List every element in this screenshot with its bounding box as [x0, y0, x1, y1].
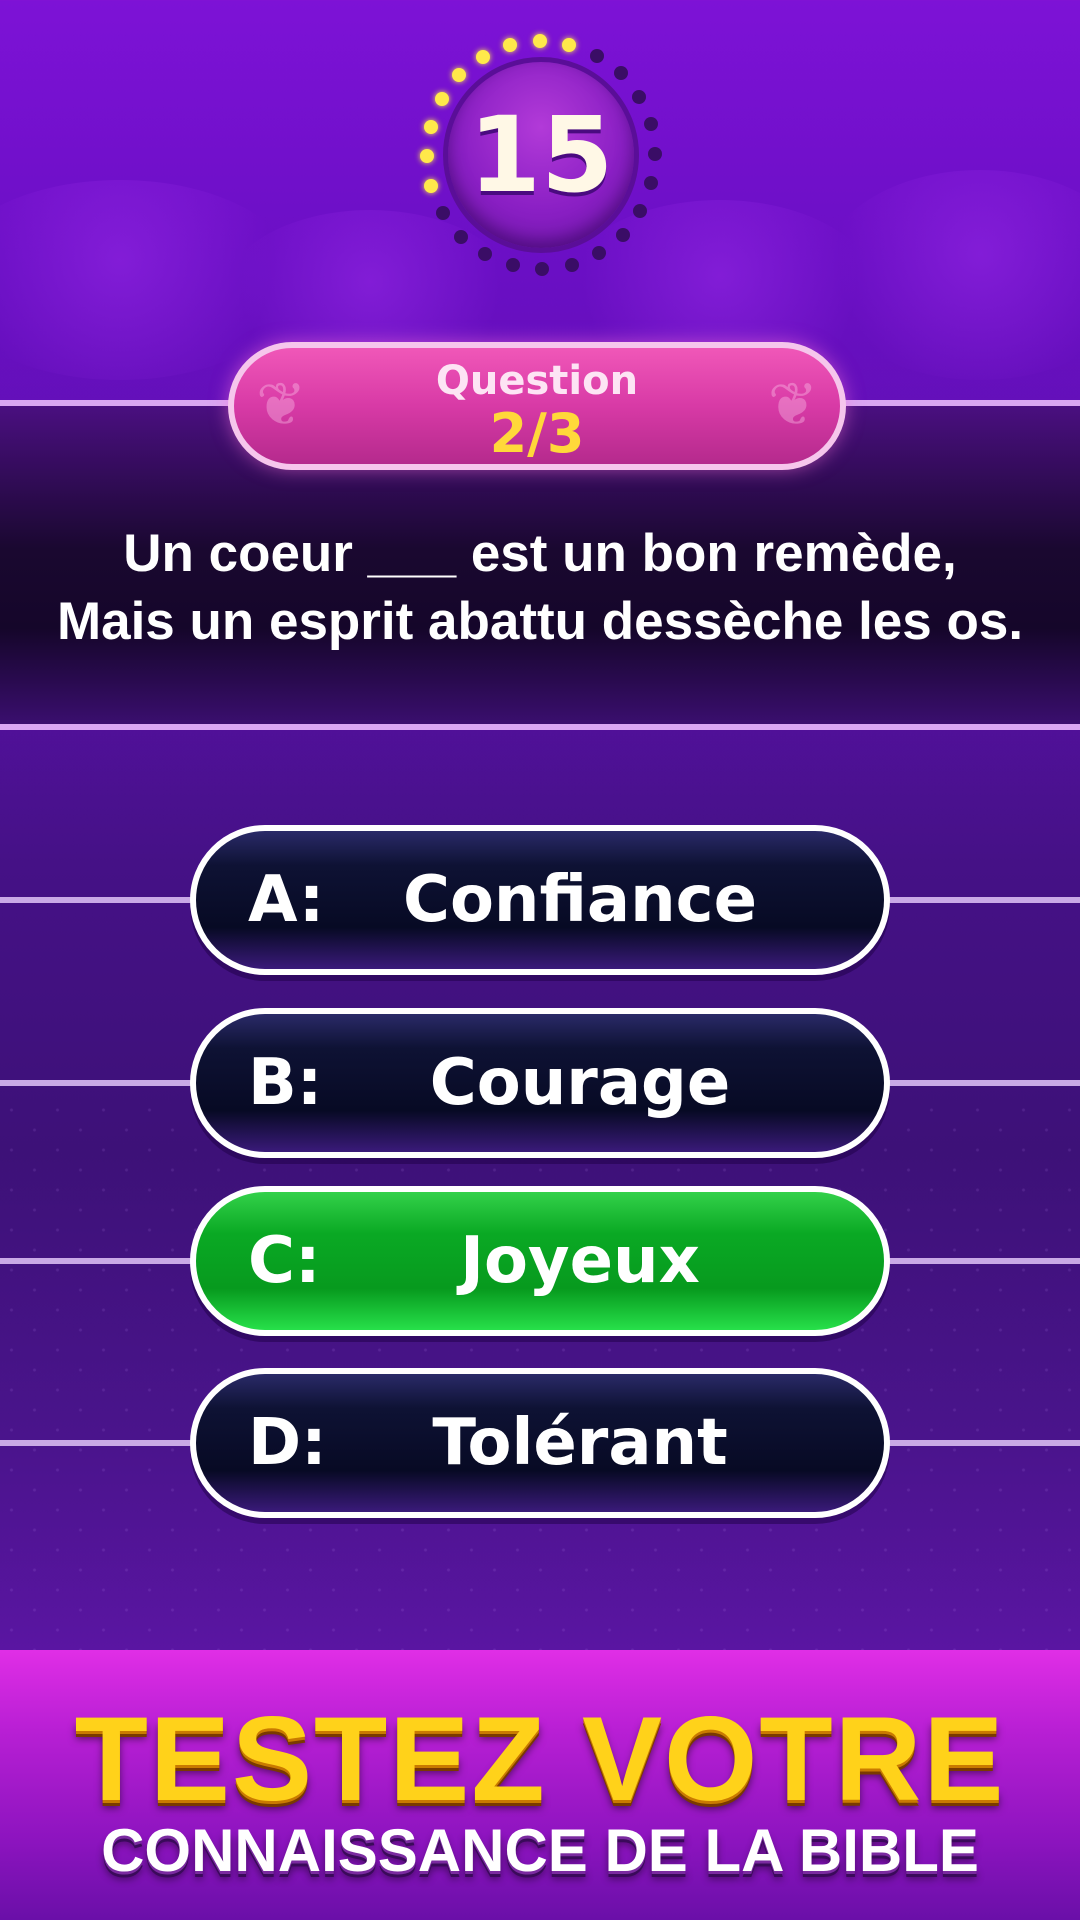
- promo-title: TESTEZ VOTRE: [74, 1692, 1006, 1826]
- question-text: Un coeur ___ est un bon remède, Mais un …: [0, 520, 1080, 656]
- answer-d-text: Tolérant: [432, 1406, 728, 1480]
- promo-subtitle: CONNAISSANCE DE LA BIBLE: [101, 1817, 979, 1884]
- answer-b-text: Courage: [429, 1046, 731, 1120]
- answer-d-letter: D:: [248, 1406, 327, 1480]
- answer-c-letter: C:: [248, 1224, 321, 1298]
- question-line-2: Mais un esprit abattu dessèche les os.: [56, 592, 1024, 651]
- answer-c-button[interactable]: C: Joyeux: [190, 1186, 890, 1336]
- countdown-timer: 15: [416, 30, 666, 280]
- answer-c-text: Joyeux: [460, 1224, 700, 1298]
- question-counter: 2/3: [489, 402, 585, 465]
- answer-a-text: Confiance: [402, 863, 758, 937]
- question-badge: ❦ ❦ Question 2/3: [228, 342, 846, 470]
- answer-b-button[interactable]: B: Courage: [190, 1008, 890, 1158]
- answer-a-button[interactable]: A: Confiance: [190, 825, 890, 975]
- answer-a-letter: A:: [248, 863, 325, 937]
- question-line-1: Un coeur ___ est un bon remède,: [123, 524, 957, 583]
- answer-b-letter: B:: [248, 1046, 323, 1120]
- question-label: Question: [435, 358, 639, 404]
- timer-seconds: 15: [468, 94, 614, 216]
- answer-d-button[interactable]: D: Tolérant: [190, 1368, 890, 1518]
